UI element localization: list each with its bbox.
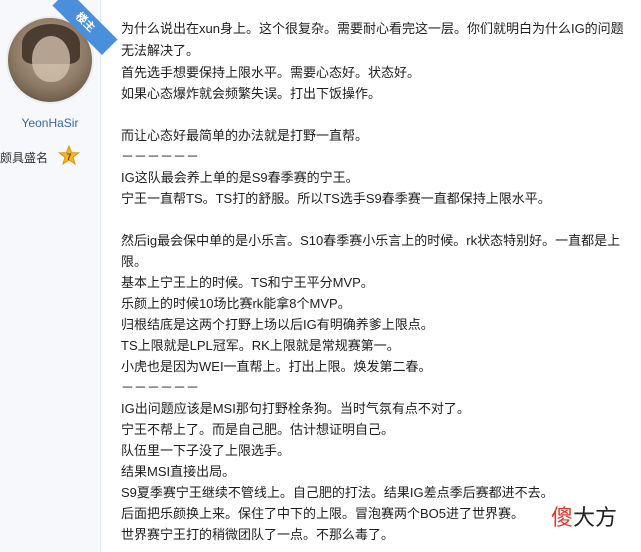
level-badge-icon: 7 <box>58 145 80 166</box>
post-line: 基本上宁王上的时候。TS和宁王平分MVP。 <box>121 275 374 290</box>
user-title-row: 颇具盛名 7 <box>0 145 100 169</box>
post-line: IG这队最会养上单的是S9春季赛的宁王。 <box>121 170 359 185</box>
post-line: 小虎也是因为WEI一直帮上。打出上限。焕发第二春。 <box>121 359 432 374</box>
watermark-text: 大方 <box>573 505 618 530</box>
level-badge-number: 7 <box>66 152 71 162</box>
user-title-label: 颇具盛名 <box>0 151 49 165</box>
post-line: 而让心态好最简单的办法就是打野一直帮。 <box>121 128 369 143</box>
post-line: 归根结底是这两个打野上场以后IG有明确养爹上限点。 <box>121 317 434 332</box>
username-link[interactable]: YeonHaSir <box>0 116 100 130</box>
watermark-char: 傻 <box>551 505 574 530</box>
post-line: 结果MSI直接出局。 <box>121 464 236 479</box>
post-line: 宁王不帮上了。而是自己肥。估计想证明自己。 <box>121 422 395 437</box>
post-divider: －－－－－－ <box>121 149 200 164</box>
post-line: 乐颜上的时候10场比赛rk能拿8个MVP。 <box>121 296 351 311</box>
post-line: 首先选手想要保持上限水平。需要心态好。状态好。 <box>121 65 421 80</box>
post-line: 如果心态爆炸就会频繁失误。打出下饭操作。 <box>121 86 382 101</box>
post-line: 为什么说出在xun身上。这个很复杂。需要耐心看完这一层。你们就明白为什么IG的问… <box>121 21 624 58</box>
post-content: 为什么说出在xun身上。这个很复杂。需要耐心看完这一层。你们就明白为什么IG的问… <box>121 18 636 545</box>
post-divider: －－－－－－ <box>121 380 200 395</box>
avatar-face <box>32 36 70 82</box>
post-line: 队伍里一下子没了上限选手。 <box>121 443 291 458</box>
site-watermark: 傻大方 <box>551 500 617 532</box>
author-sidebar: 楼主 YeonHaSir 颇具盛名 7 <box>0 0 118 552</box>
post-line: IG出问题应该是MSI那句打野栓条狗。当时气氛有点不对了。 <box>121 401 470 416</box>
post-line: 然后ig最会保中单的是小乐言。S10春季赛小乐言上的时候。rk状态特别好。一直都… <box>121 233 621 269</box>
post-line: 宁王一直帮TS。TS打的舒服。所以TS选手S9春季赛一直都保持上限水平。 <box>121 191 551 206</box>
post-line: TS上限就是LPL冠军。RK上限就是常规赛第一。 <box>121 338 400 353</box>
